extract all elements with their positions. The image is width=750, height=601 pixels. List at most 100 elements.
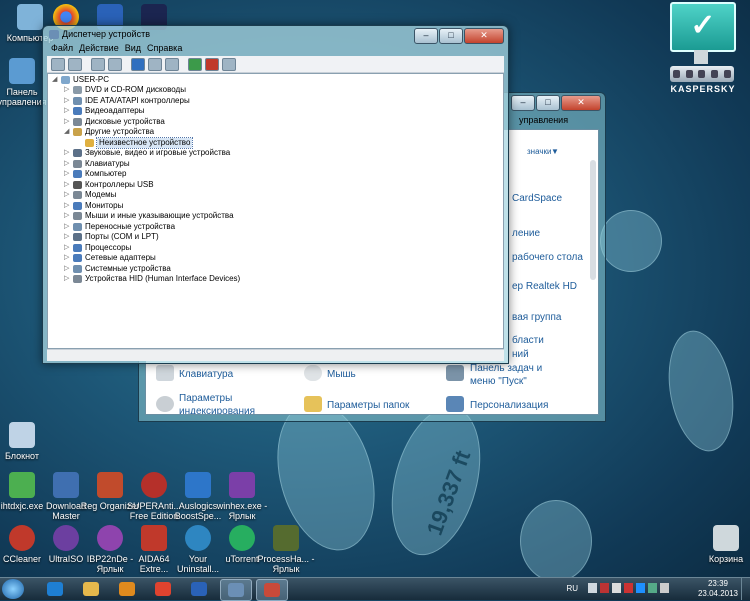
cp-item-keyboard[interactable]: Клавиатура (179, 368, 233, 381)
back-icon[interactable] (51, 57, 65, 71)
desktop-icon-recycle-bin[interactable]: Корзина (696, 525, 750, 564)
expand-icon[interactable]: ▷ (64, 85, 70, 95)
tree-category-item[interactable]: ▷ Сетевые адаптеры (64, 253, 156, 263)
cp-item-mouse[interactable]: Мышь (327, 368, 356, 381)
cp-item-taskbar[interactable]: Панель задач и меню "Пуск" (470, 362, 566, 388)
tree-category-item[interactable]: ▷ Компьютер (64, 169, 126, 179)
view-icon[interactable] (148, 57, 162, 71)
desktop-icon-notepad[interactable]: Блокнот (0, 422, 52, 461)
tree-category-item[interactable]: ▷ DVD и CD-ROM дисководы (64, 85, 186, 95)
expand-icon[interactable]: ▷ (64, 201, 70, 211)
collapse-icon[interactable]: ◢ (52, 75, 58, 85)
scrollbar[interactable] (590, 160, 596, 280)
scan-hardware-icon[interactable] (165, 57, 179, 71)
device-tree[interactable]: ◢ USER-PC ▷ DVD и CD-ROM дисководы ▷ IDE AT… (47, 73, 504, 349)
menu-action[interactable]: Действие (79, 42, 119, 55)
tree-item-label: Неизвестное устройство (95, 136, 194, 149)
menu-view[interactable]: Вид (125, 42, 141, 55)
collapse-icon[interactable]: ◢ (64, 127, 70, 137)
disable-icon[interactable] (222, 57, 236, 71)
expand-icon[interactable]: ▷ (64, 190, 70, 200)
kaspersky-toolbar[interactable] (670, 66, 734, 82)
tree-item-label: Компьютер (85, 169, 127, 178)
tree-item-label: DVD и CD-ROM дисководы (85, 85, 186, 94)
taskbar-button-app[interactable] (184, 579, 214, 599)
expand-icon[interactable]: ▷ (64, 148, 70, 158)
clock[interactable]: 23:39 23.04.2013 (698, 579, 738, 599)
cp-item-folder-options[interactable]: Параметры папок (327, 399, 409, 412)
taskbar-button-control-panel[interactable] (256, 579, 288, 601)
expand-icon[interactable]: ▷ (64, 274, 70, 284)
taskbar-button-device-manager[interactable] (220, 579, 252, 601)
minimize-button[interactable]: – (511, 95, 535, 111)
tree-category-item[interactable]: ▷ Мыши и иные указывающие устройства (64, 211, 234, 221)
cp-item-homegroup[interactable]: вая группа (512, 311, 561, 324)
tree-category-item[interactable]: ▷ Модемы (64, 190, 116, 200)
expand-icon[interactable]: ▷ (64, 222, 70, 232)
cp-item-realtek[interactable]: ер Realtek HD (512, 280, 577, 293)
tree-category-item[interactable]: ▷ Устройства HID (Human Interface Devices… (64, 274, 240, 284)
cp-item-region-2[interactable]: ний (512, 348, 529, 361)
device-category-icon (73, 243, 82, 252)
expand-icon[interactable]: ▷ (64, 96, 70, 106)
view-mode-link[interactable]: значки (527, 147, 552, 156)
tree-category-item[interactable]: ▷ Мониторы (64, 201, 123, 211)
maximize-button[interactable]: □ (536, 95, 560, 111)
tree-root[interactable]: ◢ USER-PC (52, 75, 109, 85)
tree-category-item[interactable]: ▷ Клавиатуры (64, 159, 130, 169)
cp-item-indexing[interactable]: Параметры индексирования (179, 392, 269, 414)
tree-category-item[interactable]: ▷ Порты (COM и LPT) (64, 232, 159, 242)
forward-icon[interactable] (68, 57, 82, 71)
expand-icon[interactable]: ▷ (64, 253, 70, 263)
menu-file[interactable]: Файл (51, 42, 73, 55)
show-hide-tree-icon[interactable] (91, 57, 105, 71)
tree-item-label: Порты (COM и LPT) (85, 232, 159, 241)
tree-item-label: Системные устройства (85, 263, 171, 273)
expand-icon[interactable]: ▷ (64, 180, 70, 190)
help-icon[interactable] (131, 57, 145, 71)
show-desktop-button[interactable] (741, 578, 750, 600)
language-indicator[interactable]: RU (566, 584, 578, 593)
cp-item-region[interactable]: бласти (512, 334, 544, 347)
properties-icon[interactable] (108, 57, 122, 71)
tree-category-item[interactable]: ▷ Системные устройства (64, 264, 171, 274)
tray-icons[interactable] (588, 583, 678, 595)
view-mode-chevron-icon[interactable]: ▼ (551, 147, 559, 156)
toolbar (47, 56, 504, 73)
cp-item-cardspace[interactable]: CardSpace (512, 192, 562, 205)
tree-category-item[interactable]: ▷ Видеоадаптеры (64, 106, 145, 116)
expand-icon[interactable]: ▷ (64, 106, 70, 116)
update-driver-icon[interactable] (188, 57, 202, 71)
taskbar-button-chrome[interactable] (148, 579, 178, 599)
desktop-icon-processhacker[interactable]: ProcessHa... - Ярлык (256, 525, 316, 574)
tree-category-item[interactable]: ◢ Другие устройства (64, 127, 154, 137)
cp-item-desktop[interactable]: рабочего стола (512, 251, 583, 264)
taskbar-button-explorer[interactable] (76, 579, 106, 599)
close-button[interactable]: ✕ (561, 95, 601, 111)
kaspersky-gadget[interactable]: ✓ KASPERSKY (664, 2, 740, 94)
expand-icon[interactable]: ▷ (64, 243, 70, 253)
expand-icon[interactable]: ▷ (64, 159, 70, 169)
taskbar-button-media[interactable] (112, 579, 142, 599)
uninstall-icon[interactable] (205, 57, 219, 71)
expand-icon[interactable]: ▷ (64, 264, 70, 274)
cp-item-admin[interactable]: ление (512, 227, 540, 240)
tree-category-item[interactable]: ▷ Звуковые, видео и игровые устройства (64, 148, 230, 158)
expand-icon[interactable]: ▷ (64, 232, 70, 242)
start-button[interactable] (2, 579, 24, 599)
menu-help[interactable]: Справка (147, 42, 182, 55)
tree-category-item[interactable]: ▷ Дисковые устройства (64, 117, 165, 127)
expand-icon[interactable]: ▷ (64, 211, 70, 221)
desktop-icon-winhex[interactable]: winhex.exe - Ярлык (212, 472, 272, 521)
tree-device-item[interactable]: Неизвестное устройство (76, 136, 194, 149)
expand-icon[interactable]: ▷ (64, 169, 70, 179)
tree-category-item[interactable]: ▷ Процессоры (64, 243, 131, 253)
device-category-icon (73, 128, 82, 136)
tree-category-item[interactable]: ▷ Переносные устройства (64, 222, 175, 232)
cp-item-personalization[interactable]: Персонализация (470, 399, 548, 412)
tree-category-item[interactable]: ▷ Контроллеры USB (64, 180, 154, 190)
taskbar-button-ie[interactable] (40, 579, 70, 599)
expand-icon[interactable]: ▷ (64, 117, 70, 127)
tree-category-item[interactable]: ▷ IDE ATA/ATAPI контроллеры (64, 96, 190, 106)
device-manager-window[interactable]: Диспетчер устройств – □ ✕ Файл Действие … (42, 25, 509, 364)
